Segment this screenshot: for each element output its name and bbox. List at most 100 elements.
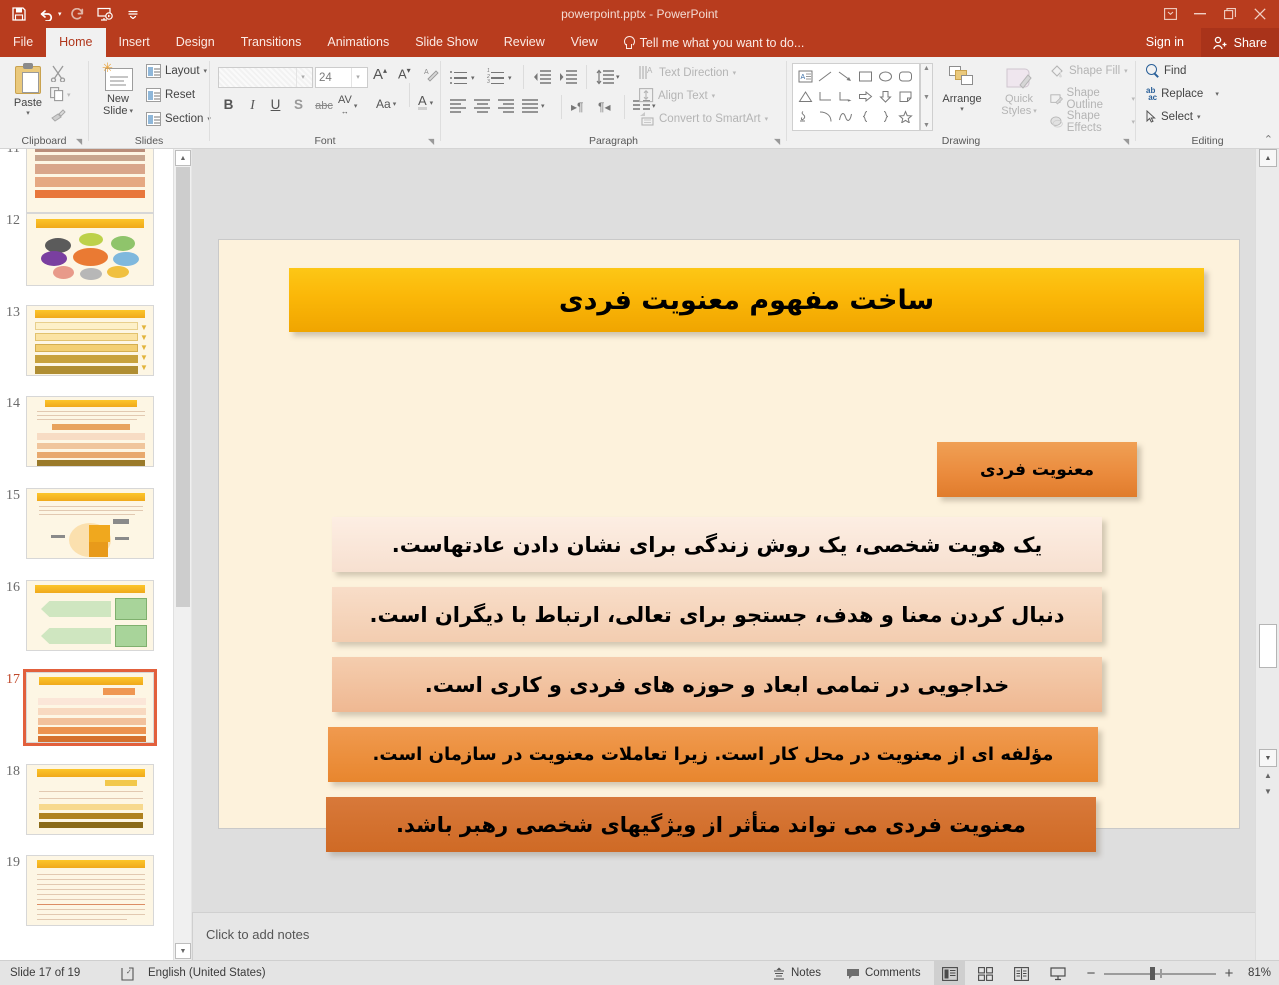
right-brace-shape[interactable] — [875, 106, 895, 126]
convert-to-smartart-button[interactable]: Convert to SmartArt ▾ — [639, 111, 768, 126]
arrow-shape[interactable] — [835, 66, 855, 86]
tab-file[interactable]: File — [0, 28, 47, 57]
font-name-input[interactable]: ▾ — [218, 67, 313, 88]
thumbnail-slide-19[interactable]: 19 — [0, 855, 175, 926]
numbering-button[interactable]: 1 2 3 ▾ — [487, 68, 512, 86]
character-spacing-button[interactable]: AV ↔ ▾ — [338, 95, 357, 117]
tab-view[interactable]: View — [558, 28, 611, 57]
normal-view-button[interactable] — [934, 961, 965, 985]
font-dialog-launcher[interactable]: ◥ — [428, 137, 437, 146]
decrease-font-size-button[interactable]: A▾ — [398, 66, 411, 81]
line-spacing-button[interactable]: ▾ — [596, 69, 620, 85]
align-text-dropdown-icon[interactable]: ▾ — [712, 92, 716, 100]
elbow-arrow-connector-shape[interactable] — [835, 86, 855, 106]
bold-button[interactable]: B — [220, 97, 237, 112]
right-arrow-shape[interactable] — [855, 86, 875, 106]
arrange-button[interactable]: Arrange ▾ — [935, 65, 989, 113]
layout-button[interactable]: Layout ▾ — [146, 64, 207, 78]
font-size-input[interactable]: 24 ▾ — [315, 67, 368, 88]
shape-fill-button[interactable]: Shape Fill ▾ — [1050, 64, 1128, 78]
clear-formatting-button[interactable]: A — [424, 67, 439, 87]
undo-dropdown-icon[interactable]: ▾ — [58, 10, 62, 18]
font-size-dropdown-icon[interactable]: ▾ — [351, 68, 364, 87]
sign-in-button[interactable]: Sign in — [1146, 28, 1184, 57]
shapes-scroll-down-icon[interactable]: ▼ — [923, 94, 930, 101]
select-dropdown-icon[interactable]: ▾ — [1197, 113, 1201, 121]
text-box-shape[interactable]: A — [795, 66, 815, 86]
arc-shape[interactable] — [815, 106, 835, 126]
justify-button[interactable]: ▾ — [522, 99, 545, 113]
select-button[interactable]: Select ▾ — [1146, 109, 1201, 123]
language-indicator[interactable]: English (United States) — [148, 961, 266, 985]
change-case-dropdown-icon[interactable]: ▾ — [393, 100, 397, 108]
slide-thumbnail-pane[interactable]: 11 12 — [0, 149, 191, 960]
reset-button[interactable]: Reset — [146, 88, 195, 102]
shape-fill-dropdown-icon[interactable]: ▾ — [1124, 67, 1128, 75]
curve-shape[interactable] — [835, 106, 855, 126]
tell-me-search[interactable]: Tell me what you want to do... — [623, 28, 804, 57]
zoom-in-button[interactable]: + — [1221, 961, 1237, 985]
format-painter-button[interactable] — [50, 109, 67, 129]
triangle-shape[interactable] — [795, 86, 815, 106]
ltr-text-direction-button[interactable]: ▸¶ — [571, 100, 583, 114]
font-color-button[interactable]: A ▾ — [418, 94, 434, 110]
drawing-dialog-launcher[interactable]: ◥ — [1123, 137, 1132, 146]
section-button[interactable]: Section ▾ — [146, 112, 211, 126]
change-case-button[interactable]: Aa ▾ — [376, 97, 396, 111]
replace-dropdown-icon[interactable]: ▾ — [1215, 90, 1219, 98]
new-slide-dropdown-icon[interactable]: ▾ — [129, 107, 133, 115]
ribbon-display-options-icon[interactable] — [1155, 1, 1185, 27]
text-shadow-button[interactable]: S — [290, 97, 307, 112]
scroll-down-icon[interactable]: ▼ — [1259, 749, 1277, 767]
start-slideshow-icon[interactable] — [92, 2, 118, 26]
font-color-dropdown-icon[interactable]: ▾ — [430, 99, 434, 107]
layout-dropdown-icon[interactable]: ▾ — [204, 67, 208, 75]
shape-effects-button[interactable]: Shape Effects ▾ — [1050, 110, 1135, 134]
shapes-gallery[interactable]: A — [792, 63, 920, 131]
notes-pane[interactable]: Click to add notes — [192, 912, 1255, 961]
tab-transitions[interactable]: Transitions — [228, 28, 315, 57]
align-right-button[interactable] — [498, 99, 515, 118]
restore-icon[interactable] — [1215, 1, 1245, 27]
thumbnail-scroll-thumb[interactable] — [176, 167, 190, 607]
underline-button[interactable]: U — [267, 97, 284, 112]
thumbnail-pane-scrollbar[interactable]: ▲ ▼ — [173, 149, 191, 960]
slide-row-1[interactable]: یک هویت شخصی، یک روش زندگی برای نشان داد… — [332, 517, 1102, 572]
tab-insert[interactable]: Insert — [106, 28, 163, 57]
thumbnail-scroll-up-icon[interactable]: ▲ — [175, 150, 191, 166]
comments-button[interactable]: Comments — [846, 961, 921, 985]
undo-icon[interactable] — [34, 2, 60, 26]
star-shape[interactable] — [895, 106, 915, 126]
slide-row-3[interactable]: خداجویی در تمامی ابعاد و حوزه های فردی و… — [332, 657, 1102, 712]
notes-button[interactable]: Notes — [772, 961, 821, 985]
zoom-slider[interactable] — [1104, 961, 1216, 985]
slideshow-button[interactable] — [1042, 961, 1073, 985]
zoom-slider-handle[interactable] — [1150, 967, 1155, 980]
minimize-icon[interactable] — [1185, 1, 1215, 27]
text-direction-dropdown-icon[interactable]: ▾ — [733, 69, 737, 77]
paste-button[interactable]: Paste ▾ — [6, 63, 50, 117]
zoom-out-button[interactable]: − — [1083, 961, 1099, 985]
scroll-up-icon[interactable]: ▲ — [1259, 149, 1277, 167]
italic-button[interactable]: I — [244, 97, 261, 113]
copy-button[interactable]: ▾ — [50, 87, 71, 102]
bullets-dropdown-icon[interactable]: ▾ — [471, 74, 475, 82]
customize-qat-icon[interactable] — [120, 2, 146, 26]
next-slide-icon[interactable]: ▼ — [1261, 787, 1275, 796]
down-arrow-shape[interactable] — [875, 86, 895, 106]
line-spacing-dropdown-icon[interactable]: ▾ — [616, 73, 620, 81]
oval-shape[interactable] — [875, 66, 895, 86]
tab-home[interactable]: Home — [46, 28, 106, 57]
thumbnail-slide-17[interactable]: 17 — [0, 669, 175, 746]
save-icon[interactable] — [6, 2, 32, 26]
tab-design[interactable]: Design — [163, 28, 228, 57]
increase-indent-button[interactable] — [559, 69, 577, 90]
thumbnail-slide-13[interactable]: 13 ▼ ▼ ▼ ▼ ▼ — [0, 305, 175, 376]
tab-review[interactable]: Review — [491, 28, 558, 57]
previous-slide-icon[interactable]: ▲ — [1261, 771, 1275, 780]
align-left-button[interactable] — [450, 99, 467, 118]
slide-row-4[interactable]: مؤلفه ای از معنویت در محل کار است. زیرا … — [328, 727, 1098, 782]
quick-styles-button[interactable]: Quick Styles ▾ — [993, 65, 1045, 117]
thumbnail-slide-15[interactable]: 15 — [0, 488, 175, 559]
thumbnail-slide-11[interactable]: 11 — [0, 149, 175, 213]
